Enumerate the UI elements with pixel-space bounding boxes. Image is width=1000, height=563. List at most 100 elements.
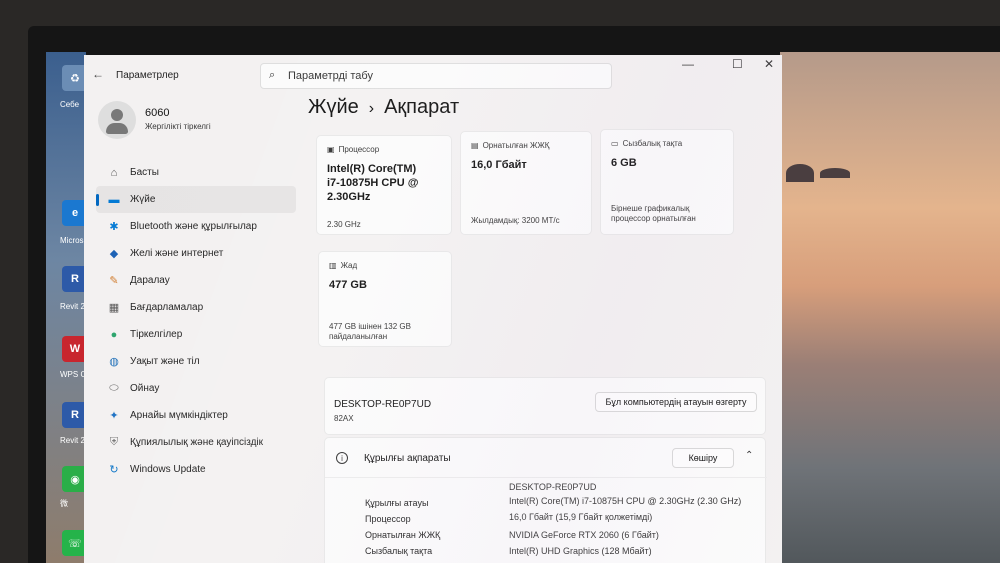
storage-icon: ▥ <box>329 261 337 270</box>
rename-pc-button[interactable]: Бұл компьютердің атауын өзгерту <box>595 392 757 412</box>
wallpaper-island-small <box>820 168 850 178</box>
sidebar-item-label: Бағдарламалар <box>130 302 204 313</box>
search-placeholder: Параметрді табу <box>288 70 373 82</box>
gpu-icon: ▭ <box>611 139 619 148</box>
gpu-label: ▭ Сызбалық тақта <box>611 139 683 148</box>
search-input[interactable]: ⌕ Параметрді табу <box>260 63 612 89</box>
spec-value: DESKTOP-RE0P7UD <box>509 482 597 492</box>
sidebar-item-privacy[interactable]: ⛨ Құпиялылық және қауіпсіздік <box>96 429 296 456</box>
sidebar-item-system[interactable]: ▬ Жүйе <box>96 186 296 213</box>
back-arrow-icon[interactable]: ← <box>92 67 104 81</box>
search-icon: ⌕ <box>269 69 276 81</box>
spec-row: Құрылғы атауы Intel(R) Core(TM) i7-10875… <box>325 496 767 512</box>
spec-key: Орнатылған ЖЖҚ <box>365 530 441 540</box>
sidebar-item-label: Тіркелгілер <box>130 329 183 340</box>
sidebar-item-windows-update[interactable]: ↻ Windows Update <box>96 456 296 483</box>
spec-row: Сызбалық тақта Intel(R) UHD Graphics (12… <box>325 546 767 562</box>
gpu-value: 6 GB <box>611 157 637 169</box>
desktop-icon-label: WPS O <box>60 370 87 379</box>
sidebar-item-apps[interactable]: ▦ Бағдарламалар <box>96 294 296 321</box>
sidebar-item-accounts[interactable]: ● Тіркелгілер <box>96 321 296 348</box>
sidebar-item-time-language[interactable]: ◍ Уақыт және тіл <box>96 348 296 375</box>
sidebar-item-label: Ойнау <box>130 383 160 394</box>
wifi-icon: ◆ <box>109 248 119 260</box>
sidebar-item-label: Басты <box>130 167 159 178</box>
app-title: Параметрлер <box>116 70 179 81</box>
sidebar-item-home[interactable]: ⌂ Басты <box>96 159 296 186</box>
ram-value: 16,0 Гбайт <box>471 159 527 171</box>
chip-icon: ▣ <box>327 145 335 154</box>
processor-value: Intel(R) Core(TM) i7-10875H CPU @ 2.30GH… <box>327 163 419 203</box>
desktop-icon-label: Себе <box>60 100 80 109</box>
breadcrumb: Жүйе › Ақпарат <box>308 96 459 119</box>
desktop-icon-label: Revit 2 <box>60 436 85 445</box>
sidebar-item-label: Арнайы мүмкіндіктер <box>130 410 228 421</box>
sidebar-item-network[interactable]: ◆ Желі және интернет <box>96 240 296 267</box>
breadcrumb-separator: › <box>368 100 375 117</box>
sidebar-nav: ⌂ Басты ▬ Жүйе ✱ Bluetooth және құрылғыл… <box>96 159 296 483</box>
spec-key: Құрылғы атауы <box>365 498 429 508</box>
title-bar: ← Параметрлер ⌕ Параметрді табу — ☐ ✕ <box>84 55 782 91</box>
storage-used: 477 GB ішінен 132 GB пайдаланылған <box>329 322 411 341</box>
maximize-icon[interactable]: ☐ <box>732 57 743 71</box>
storage-value: 477 GB <box>329 279 367 291</box>
desktop-icon-label: Revit 2 <box>60 302 85 311</box>
wallpaper-island <box>786 164 814 182</box>
apps-icon: ▦ <box>108 302 120 314</box>
copy-button[interactable]: Көшіру <box>672 448 734 468</box>
processor-speed: 2.30 GHz <box>327 220 361 229</box>
sidebar-item-label: Уақыт және тіл <box>130 356 200 367</box>
gpu-note: Бірнеше графикалық процессор орнатылған <box>611 204 696 223</box>
storage-label: ▥ Жад <box>329 261 358 270</box>
gamepad-icon: ⬭ <box>109 382 119 394</box>
sidebar-item-label: Желі және интернет <box>130 248 224 259</box>
memory-icon: ▤ <box>471 141 479 150</box>
device-name: DESKTOP-RE0P7UD <box>334 399 432 410</box>
sidebar-item-label: Жүйе <box>130 194 156 205</box>
spec-row: Процессор 16,0 Гбайт (15,9 Гбайт қолжеті… <box>325 512 767 528</box>
minimize-icon[interactable]: — <box>682 57 694 71</box>
sidebar-item-personalization[interactable]: ✎ Даралау <box>96 267 296 294</box>
chevron-up-icon[interactable]: ⌃ <box>745 450 753 461</box>
home-icon: ⌂ <box>110 166 118 179</box>
sidebar-item-label: Windows Update <box>130 464 206 475</box>
avatar[interactable] <box>98 101 136 139</box>
device-specs-title: Құрылғы ақпараты <box>364 453 451 464</box>
page-title: Ақпарат <box>384 96 460 118</box>
globe-clock-icon: ◍ <box>109 356 119 368</box>
spec-key: Сызбалық тақта <box>365 546 433 556</box>
processor-card[interactable]: ▣ Процессор Intel(R) Core(TM) i7-10875H C… <box>316 135 452 235</box>
sidebar-item-bluetooth[interactable]: ✱ Bluetooth және құрылғылар <box>96 213 296 240</box>
sidebar-item-accessibility[interactable]: ✦ Арнайы мүмкіндіктер <box>96 402 296 429</box>
ram-label: ▤ Орнатылған ЖЖҚ <box>471 141 550 150</box>
device-name-section: DESKTOP-RE0P7UD 82AX Бұл компьютердің ат… <box>324 377 766 435</box>
sidebar-item-gaming[interactable]: ⬭ Ойнау <box>96 375 296 402</box>
storage-card[interactable]: ▥ Жад 477 GB 477 GB ішінен 132 GB пайдала… <box>318 251 452 347</box>
person-icon: ● <box>110 328 118 341</box>
sidebar-item-label: Құпиялылық және қауіпсіздік <box>130 437 264 448</box>
settings-window: ← Параметрлер ⌕ Параметрді табу — ☐ ✕ 60… <box>84 55 782 563</box>
spec-value: Intel(R) UHD Graphics (128 Мбайт) <box>509 546 652 556</box>
spec-value: NVIDIA GeForce RTX 2060 (6 Гбайт) <box>509 530 659 540</box>
ram-card[interactable]: ▤ Орнатылған ЖЖҚ 16,0 Гбайт Жылдамдық: 32… <box>460 131 592 235</box>
ram-speed: Жылдамдық: 3200 MT/c <box>471 216 560 225</box>
info-icon: i <box>336 452 348 464</box>
processor-label: ▣ Процессор <box>327 145 380 154</box>
update-icon: ↻ <box>109 464 119 476</box>
gpu-card[interactable]: ▭ Сызбалық тақта 6 GB Бірнеше графикалық … <box>600 129 734 235</box>
device-specs-section: i Құрылғы ақпараты Көшіру ⌃ DESKTOP-RE0P… <box>324 437 767 563</box>
spec-row: Орнатылған ЖЖҚ NVIDIA GeForce RTX 2060 (… <box>325 530 767 546</box>
spec-value: 16,0 Гбайт (15,9 Гбайт қолжетімді) <box>509 512 653 522</box>
close-icon[interactable]: ✕ <box>764 57 774 71</box>
brush-icon: ✎ <box>109 275 119 287</box>
device-specs-header[interactable]: i Құрылғы ақпараты Көшіру ⌃ <box>325 438 767 478</box>
spec-value: Intel(R) Core(TM) i7-10875H CPU @ 2.30GH… <box>509 496 742 506</box>
spec-key: Процессор <box>365 514 411 524</box>
desktop-icon-label: 微 <box>60 499 68 508</box>
desktop-wallpaper <box>780 52 1000 563</box>
sidebar-item-label: Bluetooth және құрылғылар <box>130 221 257 232</box>
breadcrumb-parent[interactable]: Жүйе <box>308 96 359 118</box>
sidebar-item-label: Даралау <box>130 275 170 286</box>
accessibility-icon: ✦ <box>109 410 119 422</box>
account-type: Жергілікті тіркелгі <box>145 122 211 131</box>
